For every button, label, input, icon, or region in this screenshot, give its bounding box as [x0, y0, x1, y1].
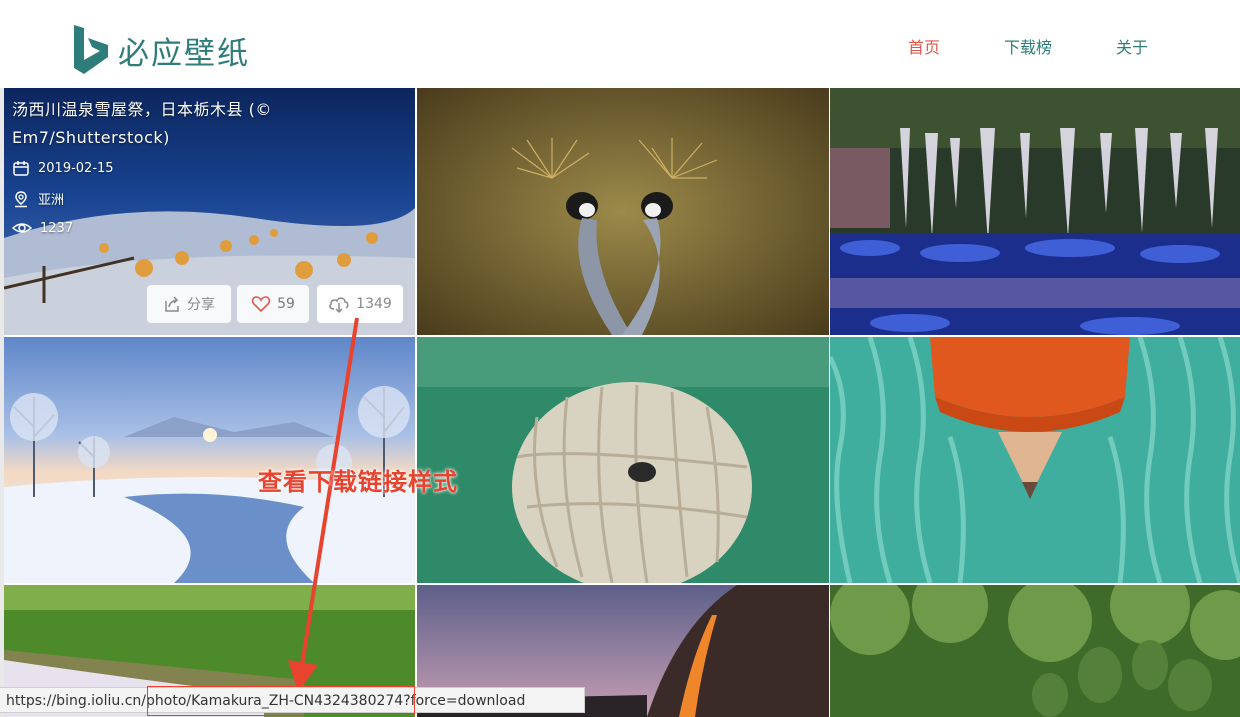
wallpaper-card[interactable] — [417, 337, 829, 583]
bing-logo-icon — [74, 25, 108, 74]
card-title: 汤西川温泉雪屋祭，日本栃木县 (© Em7/Shutterstock) — [12, 100, 272, 147]
card-location-text: 亚洲 — [38, 193, 65, 208]
wallpaper-image — [417, 88, 829, 335]
share-label: 分享 — [187, 297, 215, 313]
wallpaper-card-featured[interactable]: 汤西川温泉雪屋祭，日本栃木县 (© Em7/Shutterstock) 2019… — [4, 88, 415, 335]
card-info-overlay: 汤西川温泉雪屋祭，日本栃木县 (© Em7/Shutterstock) 2019… — [4, 88, 415, 335]
share-button[interactable]: 分享 — [147, 285, 231, 323]
wallpaper-card[interactable] — [4, 337, 415, 583]
nav-about[interactable]: 关于 — [1116, 34, 1148, 58]
site-header: 必应壁纸 首页 下载榜 关于 — [0, 0, 1240, 89]
url-highlight-box — [147, 686, 415, 716]
wallpaper-image — [830, 585, 1240, 717]
wallpaper-card[interactable] — [417, 88, 829, 335]
heart-icon — [251, 296, 271, 313]
share-icon — [165, 296, 179, 312]
nav-home[interactable]: 首页 — [908, 34, 940, 58]
location-pin-icon — [15, 190, 27, 207]
like-button[interactable]: 59 — [237, 285, 309, 323]
card-location: 亚洲 — [12, 189, 64, 208]
download-button[interactable]: 1349 — [317, 285, 403, 323]
eye-icon — [12, 223, 32, 233]
download-count: 1349 — [356, 296, 392, 312]
main-nav: 首页 下载榜 关于 — [844, 34, 1148, 58]
wallpaper-image — [4, 337, 415, 583]
card-views: 1237 — [12, 219, 73, 237]
wallpaper-image — [830, 88, 1240, 335]
logo[interactable]: 必应壁纸 — [72, 24, 250, 76]
like-count: 59 — [277, 296, 295, 312]
card-date-text: 2019-02-15 — [38, 160, 114, 176]
brand-name: 必应壁纸 — [118, 35, 250, 72]
calendar-icon — [13, 161, 29, 176]
wallpaper-image — [417, 337, 829, 583]
wallpaper-grid: 汤西川温泉雪屋祭，日本栃木县 (© Em7/Shutterstock) 2019… — [4, 88, 1240, 717]
card-views-count: 1237 — [40, 220, 74, 236]
nav-download-ranking[interactable]: 下载榜 — [1004, 34, 1052, 58]
wallpaper-image — [830, 337, 1240, 583]
page: 必应壁纸 首页 下载榜 关于 汤西川温泉雪屋祭，日本栃木县 (© Em7/Shu… — [0, 0, 1240, 717]
annotation-label: 查看下载链接样式 — [258, 468, 458, 496]
wallpaper-card[interactable] — [830, 585, 1240, 717]
wallpaper-card[interactable] — [830, 337, 1240, 583]
cloud-download-icon — [329, 297, 349, 313]
wallpaper-card[interactable] — [830, 88, 1240, 335]
card-date: 2019-02-15 — [12, 159, 114, 177]
